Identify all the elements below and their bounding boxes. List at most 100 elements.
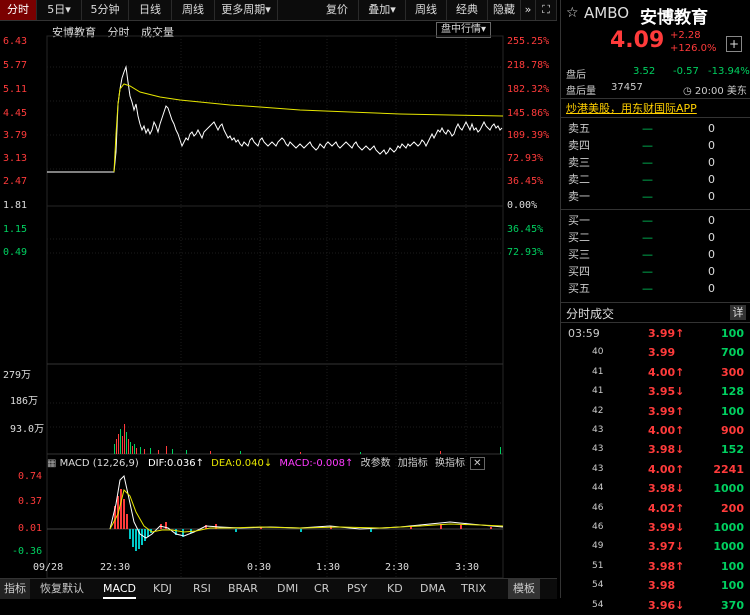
indicator-toolbar: 指标 恢复默认 MACD KDJ RSI BRAR DMI CR PSY KD … — [0, 578, 557, 599]
tick-volume: 1000 — [713, 482, 744, 496]
tick-price: 3.98↓ — [648, 443, 685, 457]
tick-time: 51 — [592, 560, 604, 571]
tab-rsi[interactable]: RSI — [193, 579, 211, 599]
tab-kd[interactable]: KD — [387, 579, 403, 599]
overlay-button[interactable]: 叠加▾ — [359, 0, 406, 20]
pct-tick: 72.93% — [507, 153, 544, 164]
tab-trix[interactable]: TRIX — [461, 579, 486, 599]
tick-volume: 1000 — [713, 521, 744, 534]
tick-price: 3.99↓ — [648, 521, 685, 534]
time-tick: 22:30 — [100, 562, 131, 573]
add-indicator-button[interactable]: 加指标 — [398, 458, 428, 469]
tick-price: 4.00↑ — [648, 424, 685, 437]
ask-row: 卖五 —0 — [568, 122, 715, 135]
tab-daily[interactable]: 日线 — [129, 0, 172, 20]
macd-histogram — [114, 489, 492, 551]
macd-value: MACD:-0.008↑ — [279, 458, 354, 469]
tab-psy[interactable]: PSY — [347, 579, 367, 599]
tick-price: 3.98↑ — [648, 559, 685, 573]
market-time-note: ◷ 20:00 美东 — [683, 86, 747, 97]
tab-intraday[interactable]: 分时 — [0, 0, 37, 20]
tick-row: 49 3.97↓ 1000 — [560, 537, 750, 556]
macd-header: ▦ MACD (12,26,9) DIF:0.036↑ DEA:0.040↓ M… — [47, 456, 503, 472]
classic-button[interactable]: 经典 — [447, 0, 488, 20]
tick-row: 54 3.96↓ 370 — [560, 596, 750, 615]
pct-tick: 255.25% — [507, 36, 550, 47]
swap-indicator-button[interactable]: 换指标 — [435, 458, 465, 469]
add-watchlist-icon[interactable]: + — [726, 36, 742, 52]
last-price: 4.09 — [610, 28, 665, 53]
tab-5day[interactable]: 5日▾ — [37, 0, 82, 20]
hide-button[interactable]: 隐藏 — [488, 0, 521, 20]
pct-tick: 72.93% — [507, 247, 544, 258]
restore-default-button[interactable]: 恢复默认 — [40, 579, 84, 599]
pct-tick: 109.39% — [507, 130, 550, 141]
tick-volume: 152 — [721, 443, 744, 457]
tick-row: 44 3.98↓ 1000 — [560, 479, 750, 498]
tick-volume: 200 — [721, 501, 744, 515]
price-tick: 3.79 — [3, 130, 28, 141]
after-hours-price: 3.52 — [633, 66, 656, 77]
price-change: +2.28 — [670, 30, 701, 41]
chevron-double-right-icon[interactable]: » — [521, 0, 536, 20]
template-button[interactable]: 模板 — [508, 579, 540, 599]
price-tick: 1.81 — [3, 200, 28, 211]
tab-cr[interactable]: CR — [314, 579, 329, 599]
tab-more-periods[interactable]: 更多周期▾ — [215, 0, 278, 20]
bid-row: 买五 —0 — [568, 282, 715, 295]
tick-volume: 100 — [721, 559, 744, 573]
macd-title[interactable]: MACD (12,26,9) — [60, 458, 139, 469]
tick-volume: 100 — [721, 579, 744, 593]
average-price-line — [113, 83, 504, 173]
price-change-pct: +126.0% — [670, 43, 717, 54]
time-tick: 0:30 — [247, 562, 272, 573]
period-toolbar: 分时 5日▾ 5分钟 日线 周线 更多周期▾ 复价 叠加▾ 周线 经典 隐藏 »… — [0, 0, 557, 21]
ask-row: 卖一 —0 — [568, 190, 715, 203]
pct-tick: 36.45% — [507, 176, 544, 187]
stock-symbol: AMBO — [584, 4, 630, 22]
macd-tick: 0.37 — [18, 496, 43, 507]
tab-kdj[interactable]: KDJ — [153, 579, 172, 599]
tab-dmi[interactable]: DMI — [277, 579, 298, 599]
tab-weekly[interactable]: 周线 — [172, 0, 215, 20]
weekly-button[interactable]: 周线 — [406, 0, 447, 20]
macd-tick: 0.01 — [18, 523, 43, 534]
price-tick: 5.11 — [3, 84, 28, 95]
tab-macd[interactable]: MACD — [103, 579, 136, 599]
after-hours-pct: -13.94% — [708, 66, 750, 77]
tick-row: 41 3.95↓ 128 — [560, 382, 750, 401]
pct-tick: 145.86% — [507, 108, 550, 119]
tick-row: 54 3.98 100 — [560, 576, 750, 595]
intraday-chart[interactable] — [0, 34, 557, 578]
time-tick: 09/28 — [33, 562, 64, 573]
star-icon[interactable]: ☆ — [566, 5, 579, 21]
close-icon[interactable]: ✕ — [470, 457, 485, 470]
indicator-label[interactable]: 指标 — [0, 579, 30, 599]
tick-volume: 1000 — [713, 540, 744, 554]
ask-row: 卖四 —0 — [568, 139, 715, 152]
tab-dma[interactable]: DMA — [420, 579, 446, 599]
tick-time: 43 — [592, 425, 604, 435]
tick-time: 40 — [592, 347, 604, 358]
time-tick: 3:30 — [455, 562, 480, 573]
promo-link[interactable]: 炒港美股，用东财国际APP — [566, 100, 697, 116]
restore-price-button[interactable]: 复价 — [316, 0, 359, 20]
time-tick: 2:30 — [385, 562, 410, 573]
divider — [560, 322, 750, 323]
tick-volume: 900 — [721, 424, 744, 437]
change-params-button[interactable]: 改参数 — [361, 458, 391, 469]
tick-price: 4.00↑ — [648, 462, 685, 476]
tab-5min[interactable]: 5分钟 — [82, 0, 129, 20]
volume-tick: 186万 — [10, 396, 39, 407]
ask-row: 卖三 —0 — [568, 156, 715, 169]
volume-bars — [114, 424, 501, 454]
tick-time: 54 — [592, 599, 604, 610]
after-volume-label: 盘后量 — [566, 86, 596, 97]
tab-brar[interactable]: BRAR — [228, 579, 258, 599]
macd-dif-value: DIF:0.036↑ — [147, 458, 204, 469]
price-tick: 5.77 — [3, 60, 28, 71]
expand-icon[interactable]: ⛶ — [536, 0, 557, 20]
macd-indicator-icon[interactable]: ▦ — [47, 458, 56, 469]
ticks-detail-button[interactable]: 详 — [730, 305, 746, 320]
tick-price: 3.96↓ — [648, 598, 685, 612]
